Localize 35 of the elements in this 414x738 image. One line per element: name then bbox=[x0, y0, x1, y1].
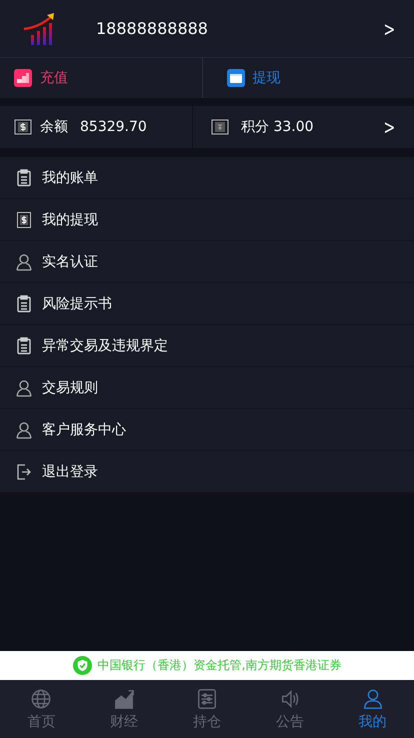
clipboard-icon bbox=[16, 336, 32, 354]
menu-item[interactable]: 我的账单 bbox=[0, 157, 414, 199]
person-icon bbox=[16, 252, 32, 270]
dollar-icon bbox=[14, 119, 32, 135]
chart-icon bbox=[113, 688, 136, 710]
phone-number: 18888888888 bbox=[96, 19, 209, 38]
person-icon bbox=[16, 378, 32, 396]
balance-label: 余额 bbox=[40, 118, 68, 136]
globe-icon bbox=[30, 688, 52, 710]
logout-icon bbox=[16, 462, 32, 480]
action-button[interactable]: 充值 bbox=[0, 58, 202, 98]
balance-value: 85329.70 bbox=[80, 119, 147, 135]
ticket-icon bbox=[211, 119, 229, 135]
sliders-icon bbox=[196, 688, 218, 710]
menu-item[interactable]: 实名认证 bbox=[0, 241, 414, 283]
menu-item[interactable]: 客户服务中心 bbox=[0, 409, 414, 451]
menu-item[interactable]: 退出登录 bbox=[0, 451, 414, 493]
person-icon bbox=[362, 688, 384, 710]
points-value: 积分 33.00 bbox=[241, 118, 315, 136]
chevron-icon[interactable]: > bbox=[384, 115, 396, 139]
dollar-icon bbox=[16, 210, 32, 228]
clipboard-icon bbox=[16, 294, 32, 312]
menu-item[interactable]: 交易规则 bbox=[0, 367, 414, 409]
person-icon bbox=[16, 420, 32, 438]
menu-item[interactable]: 异常交易及违规界定 bbox=[0, 325, 414, 367]
shield-check-icon bbox=[72, 656, 92, 675]
nav-tab[interactable]: 我的 bbox=[331, 680, 414, 738]
menu-item[interactable]: 我的提现 bbox=[0, 199, 414, 241]
clipboard-icon bbox=[16, 168, 32, 186]
profile-header[interactable]: 18888888888 > bbox=[0, 0, 414, 58]
chevron-icon[interactable]: > bbox=[384, 16, 396, 40]
menu-item[interactable]: 风险提示书 bbox=[0, 283, 414, 325]
custody-notice: 中国银行（香港）资金托管,南方期货香港证券 bbox=[98, 657, 342, 674]
action-button[interactable]: 提现 bbox=[202, 58, 414, 98]
points-row[interactable]: 积分 33.00 > bbox=[193, 106, 414, 148]
